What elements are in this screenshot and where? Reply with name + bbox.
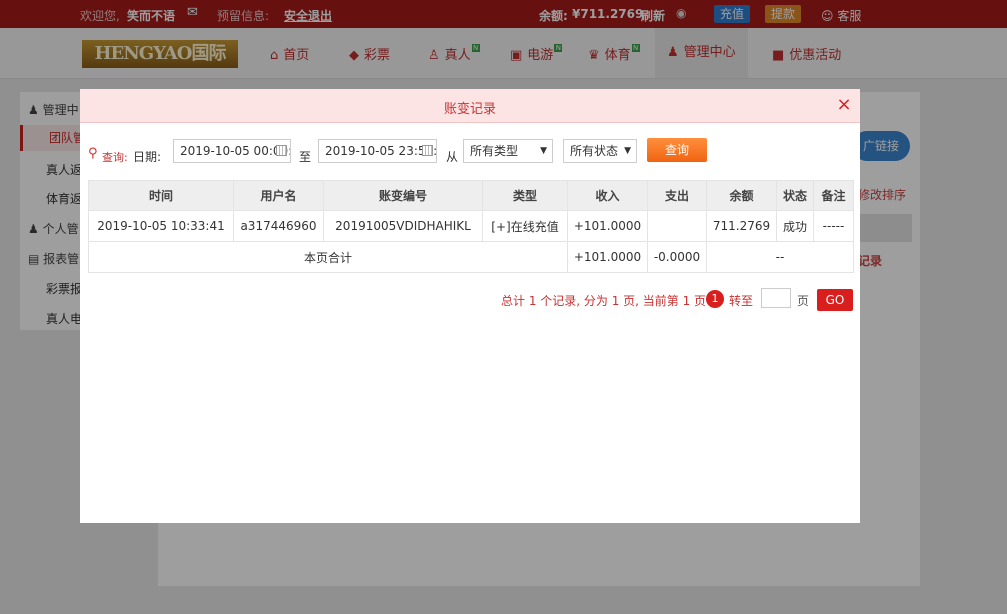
pager-summary: 总计 1 个记录, 分为 1 页, 当前第 1 页	[501, 294, 707, 308]
total-expense: -0.0000	[647, 241, 707, 273]
total-label: 本页合计	[88, 241, 568, 273]
date-to-input[interactable]: 2019-10-05 23:59:59	[318, 139, 437, 163]
table-total-row: 本页合计 +101.0000 -0.0000 --	[88, 241, 854, 273]
search-button[interactable]: 查询	[647, 138, 707, 162]
modal-title: 账变记录	[443, 102, 496, 117]
query-label: 查询:	[102, 151, 128, 164]
table-header-row: 时间 用户名 账变编号 类型 收入 支出 余额 状态 备注	[88, 180, 854, 211]
cell-type: [+]在线充值	[482, 210, 568, 242]
status-select[interactable]: 所有状态 ▼	[563, 139, 637, 163]
date-label: 日期:	[133, 150, 162, 164]
total-income: +101.0000	[567, 241, 648, 273]
col-balance: 余额	[706, 180, 777, 211]
date-to-value: 2019-10-05 23:59:59	[325, 144, 437, 158]
date-from-input[interactable]: 2019-10-05 00:00:00	[173, 139, 291, 163]
to-label: 至	[299, 150, 312, 164]
cell-expense	[647, 210, 707, 242]
cell-note: -----	[813, 210, 854, 242]
date-from-value: 2019-10-05 00:00:00	[180, 144, 290, 158]
go-button[interactable]: GO	[817, 289, 853, 311]
col-status: 状态	[776, 180, 814, 211]
cell-income: +101.0000	[567, 210, 648, 242]
pager-current-page[interactable]: 1	[706, 290, 724, 308]
status-select-value: 所有状态	[570, 144, 619, 158]
cell-status: 成功	[776, 210, 814, 242]
col-time: 时间	[88, 180, 234, 211]
close-icon[interactable]: ×	[836, 95, 852, 115]
pager-goto-label: 转至	[729, 294, 754, 308]
calendar-icon[interactable]	[276, 145, 287, 156]
cell-time: 2019-10-05 10:33:41	[88, 210, 234, 242]
type-select[interactable]: 所有类型 ▼	[463, 139, 553, 163]
col-change-id: 账变编号	[323, 180, 483, 211]
page-number-input[interactable]	[761, 288, 791, 308]
account-change-modal: 账变记录 × ⚲ 查询: 日期: 2019-10-05 00:00:00 至 2…	[80, 89, 860, 523]
table-row: 2019-10-05 10:33:41 a317446960 20191005V…	[88, 210, 854, 242]
cell-balance: 711.2769	[706, 210, 777, 242]
total-rest: --	[706, 241, 854, 273]
col-income: 收入	[567, 180, 648, 211]
col-type: 类型	[482, 180, 568, 211]
cell-username: a317446960	[233, 210, 324, 242]
records-table: 时间 用户名 账变编号 类型 收入 支出 余额 状态 备注 2019-10-05…	[88, 180, 854, 273]
from-label: 从	[446, 150, 459, 164]
col-note: 备注	[813, 180, 854, 211]
col-expense: 支出	[647, 180, 707, 211]
cell-change-id: 20191005VDIDHAHIKL	[323, 210, 483, 242]
modal-header: 账变记录 ×	[80, 89, 860, 123]
chevron-down-icon: ▼	[624, 146, 631, 156]
pager-unit-label: 页	[797, 294, 810, 308]
type-select-value: 所有类型	[470, 144, 519, 158]
col-username: 用户名	[233, 180, 324, 211]
chevron-down-icon: ▼	[540, 146, 547, 156]
search-icon: ⚲	[88, 146, 98, 161]
calendar-icon[interactable]	[422, 145, 433, 156]
